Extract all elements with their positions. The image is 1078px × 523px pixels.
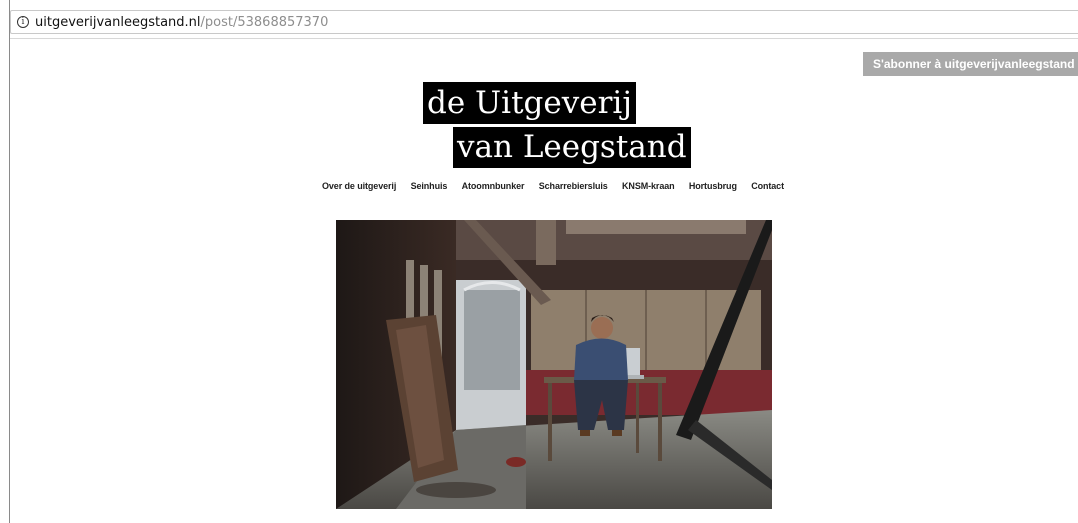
nav-item-scharrebiersluis[interactable]: Scharrebiersluis [539, 181, 608, 191]
post-photo-illustration [336, 220, 772, 509]
nav-item-over-de-uitgeverij[interactable]: Over de uitgeverij [322, 181, 396, 191]
nav-item-seinhuis[interactable]: Seinhuis [411, 181, 448, 191]
nav-item-atoombunker[interactable]: Atoomnbunker [462, 181, 525, 191]
post-photo[interactable] [336, 220, 772, 509]
url-host: uitgeverijvanleegstand.nl [35, 14, 201, 30]
logo-line-1[interactable]: de Uitgeverij [423, 82, 636, 124]
nav-item-knsm-kraan[interactable]: KNSM-kraan [622, 181, 675, 191]
nav-item-contact[interactable]: Contact [751, 181, 784, 191]
url-path: /post/53868857370 [200, 14, 329, 30]
nav-item-hortusbrug[interactable]: Hortusbrug [689, 181, 737, 191]
logo-line-2[interactable]: van Leegstand [453, 127, 691, 168]
window-left-border [9, 0, 10, 523]
main-navigation: Over de uitgeverij Seinhuis Atoomnbunker… [322, 179, 784, 193]
address-bar[interactable]: i uitgeverijvanleegstand.nl/post/5386885… [10, 10, 1078, 34]
info-icon[interactable]: i [17, 16, 29, 28]
subscribe-button[interactable]: S'abonner à uitgeverijvanleegstand [863, 52, 1078, 76]
toolbar-divider [10, 38, 1078, 39]
